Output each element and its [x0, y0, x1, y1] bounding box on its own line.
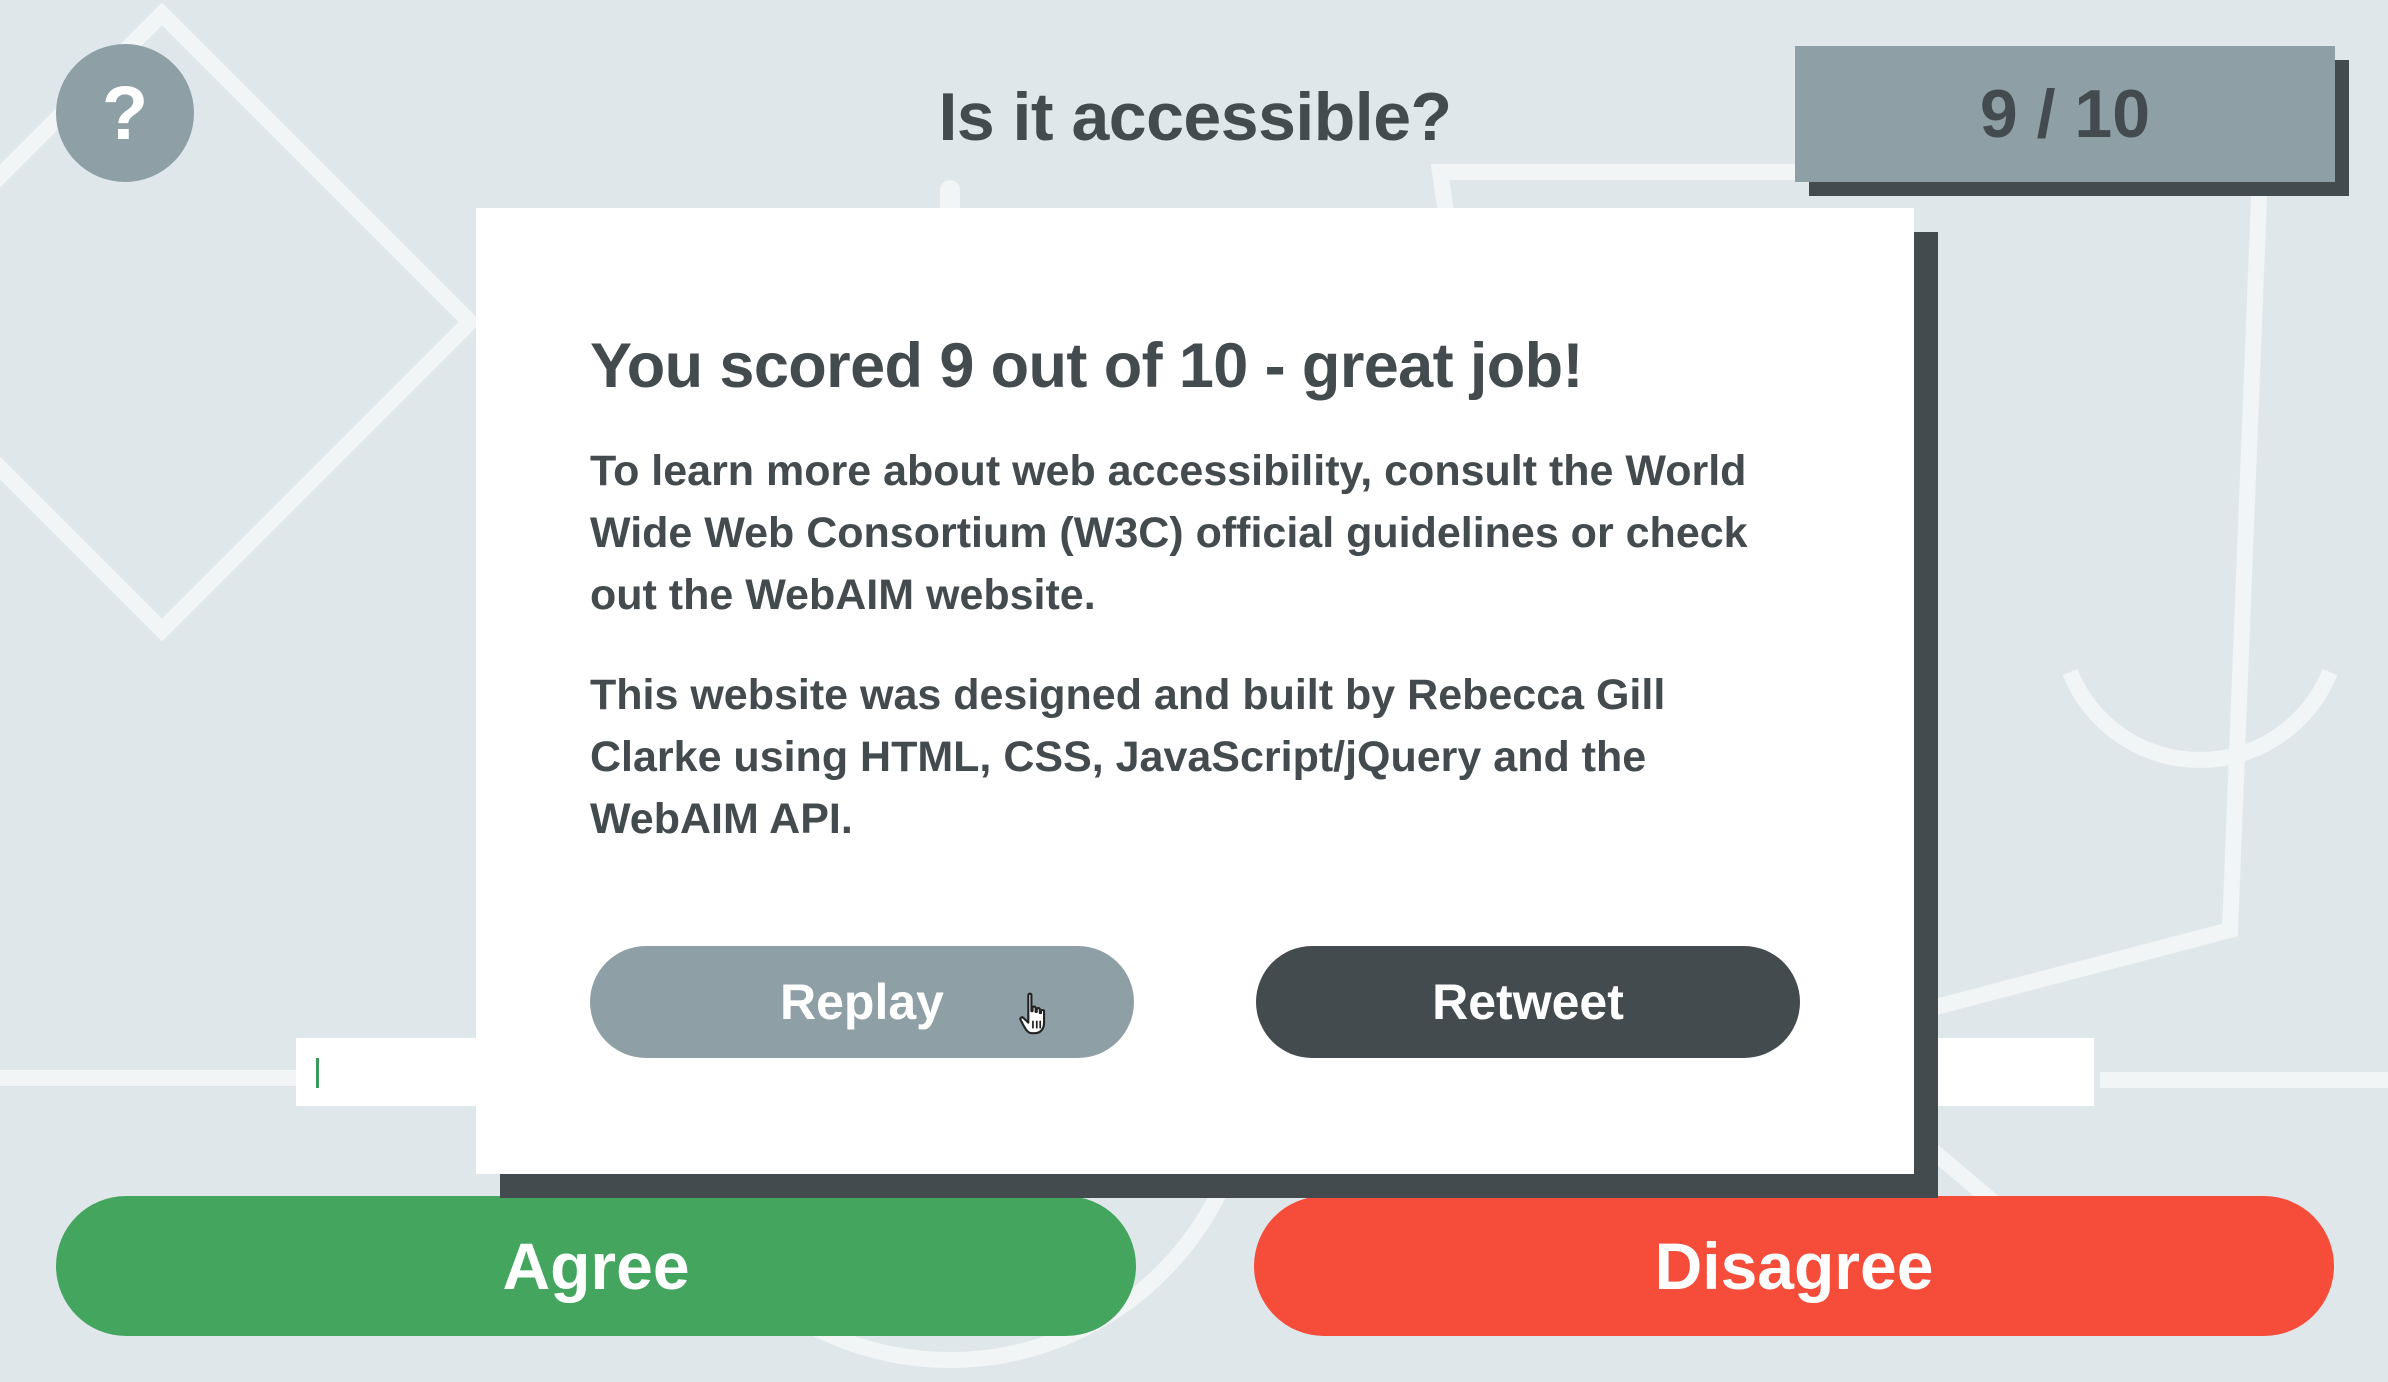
agree-button[interactable]: Agree [56, 1196, 1136, 1336]
hand-pointer-icon [1019, 992, 1046, 1035]
disagree-button[interactable]: Disagree [1254, 1196, 2334, 1336]
question-mark-icon: ? [101, 70, 149, 156]
results-modal: You scored 9 out of 10 - great job! To l… [476, 208, 1914, 1174]
text-caret [316, 1058, 319, 1088]
page-title: Is it accessible? [938, 79, 1452, 155]
modal-paragraph-credits: This website was designed and built by R… [590, 671, 1666, 844]
score-counter: 9 / 10 [1795, 46, 2335, 182]
modal-paragraph-guidelines: To learn more about web accessibility, c… [590, 447, 1748, 620]
retweet-button[interactable]: Retweet [1256, 946, 1800, 1058]
modal-heading: You scored 9 out of 10 - great job! [590, 331, 1584, 401]
help-button[interactable]: ? [56, 44, 194, 182]
